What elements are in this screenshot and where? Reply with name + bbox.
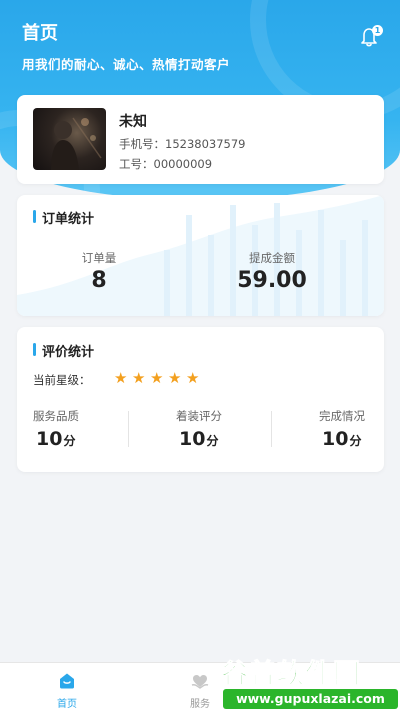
rating-stats-title: 评价统计 — [33, 341, 94, 360]
service-icon — [191, 675, 209, 689]
divider — [128, 411, 129, 447]
service-quality-score: 10 — [36, 428, 63, 450]
dress-score-label: 着装评分 — [176, 409, 222, 423]
service-quality-value: 10分 — [36, 428, 75, 450]
commission-value: 59.00 — [237, 268, 307, 293]
notification-badge: 1 — [372, 25, 383, 36]
order-count-value: 8 — [91, 268, 107, 293]
order-stats-title: 订单统计 — [33, 208, 94, 227]
profile-card[interactable]: 未知 手机号：15238037579 工号：00000009 — [17, 95, 384, 184]
completion-value: 10分 — [322, 428, 361, 450]
phone-label: 手机号： — [119, 137, 165, 151]
home-icon — [60, 673, 74, 689]
slogan-text: 用我们的耐心、诚心、热情打动客户 — [22, 57, 231, 72]
tab-home[interactable]: 首页 — [32, 663, 102, 711]
completion-label: 完成情况 — [319, 409, 365, 423]
star-icon: ★ — [114, 369, 128, 387]
avatar — [33, 108, 106, 170]
divider — [271, 411, 272, 447]
watermark-url: www.gupuxlazai.com — [223, 689, 398, 709]
site-watermark: 谷普软件园 www.gupuxlazai.com — [221, 652, 400, 711]
job-id-label: 工号： — [119, 157, 154, 171]
dress-score: 10 — [179, 428, 206, 450]
order-stats-card: 订单统计 订单量 8 提成金额 59.00 — [17, 195, 384, 316]
score-unit: 分 — [349, 434, 362, 448]
service-quality-label: 服务品质 — [33, 409, 79, 423]
page-title: 首页 — [22, 23, 58, 44]
star-rating: ★ ★ ★ ★ ★ — [114, 371, 201, 386]
star-icon: ★ — [132, 369, 146, 387]
avatar-image — [51, 117, 102, 170]
commission-label: 提成金额 — [249, 251, 295, 265]
star-icon: ★ — [168, 369, 182, 387]
user-name: 未知 — [119, 114, 147, 130]
job-id-line: 工号：00000009 — [119, 156, 212, 172]
order-count-label: 订单量 — [81, 251, 117, 265]
phone-line: 手机号：15238037579 — [119, 136, 245, 152]
dress-score-value: 10分 — [179, 428, 218, 450]
completion-score: 10 — [322, 428, 349, 450]
star-icon: ★ — [150, 369, 164, 387]
phone-number: 15238037579 — [165, 137, 246, 151]
watermark-brand: 谷普软件园 — [221, 659, 361, 691]
tab-home-label: 首页 — [57, 699, 77, 710]
score-unit: 分 — [63, 434, 76, 448]
score-unit: 分 — [206, 434, 219, 448]
rating-stats-card: 评价统计 当前星级： ★ ★ ★ ★ ★ 服务品质 10分 着装评分 10分 完… — [17, 327, 384, 472]
star-level-label: 当前星级： — [33, 373, 91, 387]
job-id-value: 00000009 — [153, 157, 213, 171]
star-icon: ★ — [186, 369, 200, 387]
